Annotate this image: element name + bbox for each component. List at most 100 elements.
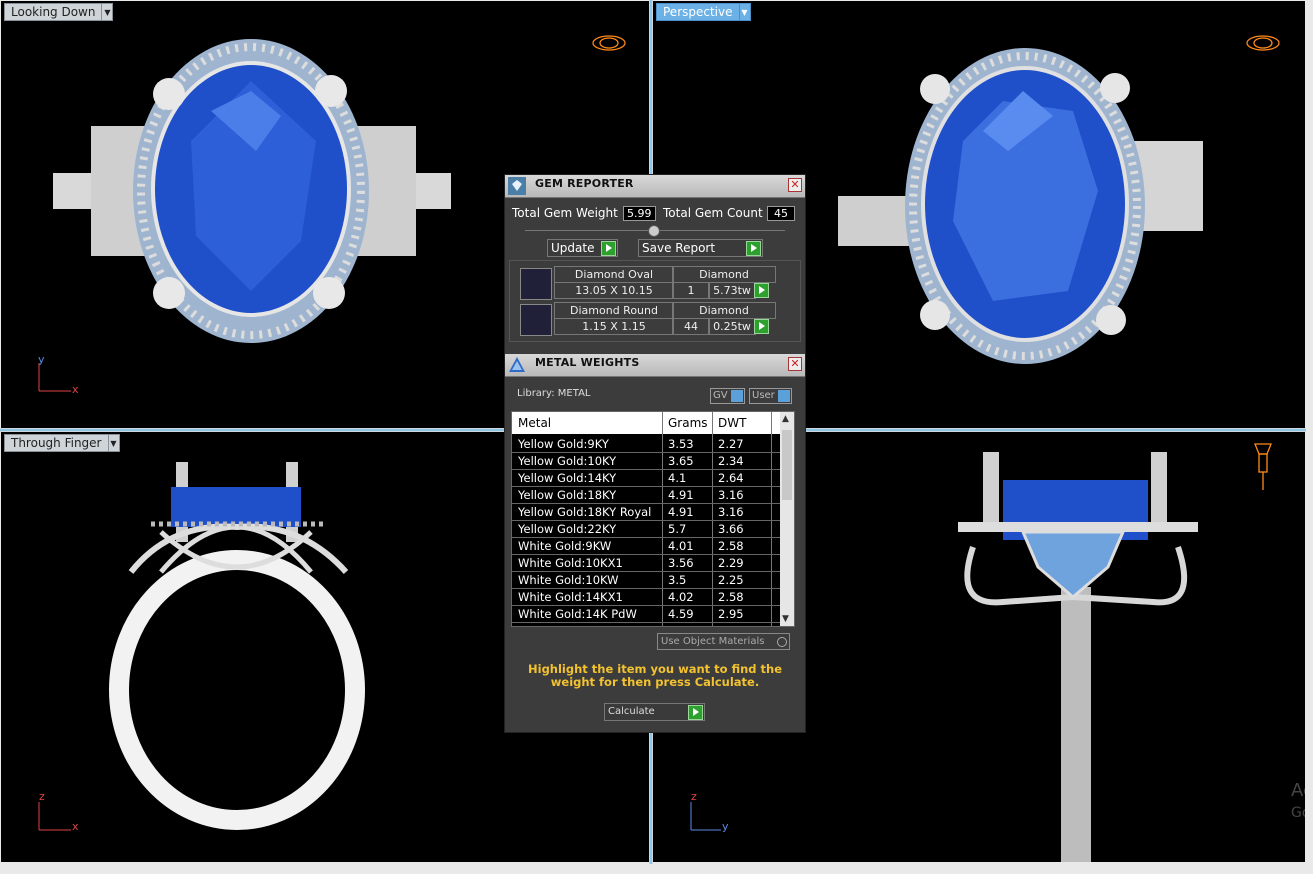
cell-metal: Yellow Gold:18KY Royal	[518, 505, 652, 519]
chevron-down-icon[interactable]: ▼	[102, 3, 114, 21]
cell-dwt: 2.29	[718, 556, 744, 570]
table-row[interactable]: White Gold:9KW 4.01 2.58	[512, 537, 784, 555]
gem-size: 1.15 X 1.15	[554, 318, 674, 335]
cell-grams: 3.56	[668, 556, 694, 570]
gem-weight: 0.25tw	[708, 318, 756, 335]
cell-dwt: 3.16	[718, 505, 744, 519]
cell-metal: Yellow Gold:10KY	[518, 454, 617, 468]
update-button[interactable]: Update	[547, 239, 618, 257]
cell-metal: Yellow Gold:18KY	[518, 488, 617, 502]
cell-dwt: 2.58	[718, 590, 744, 604]
round-gem-icon	[520, 304, 552, 336]
column-dwt[interactable]: DWT	[718, 416, 746, 430]
cell-grams: 4.91	[668, 488, 694, 502]
cell-grams: 4.91	[668, 505, 694, 519]
gem-totals: Total Gem Weight 5.99 Total Gem Count 45	[509, 205, 801, 223]
axis-z-label: z	[691, 790, 697, 803]
total-gem-count-value: 45	[767, 206, 795, 221]
cell-dwt: 2.64	[718, 471, 744, 485]
gem-type: Diamond	[672, 302, 776, 319]
gem-list: Diamond Oval Diamond 13.05 X 10.15 1 5.7…	[509, 260, 801, 342]
gem-metal-panel: GEM REPORTER ✕ Total Gem Weight 5.99 Tot…	[504, 174, 806, 733]
splitter-knob-icon[interactable]	[648, 225, 660, 237]
cell-grams: 4.02	[668, 590, 694, 604]
cell-metal: White Gold:9KW	[518, 539, 612, 553]
library-label: Library: METAL	[517, 388, 591, 399]
table-row[interactable]: Yellow Gold:22KY 5.7 3.66	[512, 520, 784, 538]
axis-y-label: y	[722, 820, 729, 833]
calculate-button[interactable]: Calculate	[604, 703, 705, 721]
gem-shape: Diamond Round	[554, 302, 674, 319]
chevron-down-icon[interactable]: ▼	[739, 3, 751, 21]
column-grams[interactable]: Grams	[668, 416, 708, 430]
table-row[interactable]: Yellow Gold:14KY 4.1 2.64	[512, 469, 784, 487]
cell-dwt: 3.16	[718, 488, 744, 502]
cell-grams: 4.59	[668, 607, 694, 621]
scroll-up-icon[interactable]: ▲	[782, 414, 789, 424]
cell-metal: Yellow Gold:9KY	[518, 437, 609, 451]
gem-shape: Diamond Oval	[554, 266, 674, 283]
play-icon	[754, 319, 769, 334]
gem-row-select-button[interactable]	[754, 318, 770, 334]
close-icon[interactable]: ✕	[788, 178, 802, 192]
cell-metal: White Gold:10KW	[518, 573, 619, 587]
cell-grams: 3.65	[668, 454, 694, 468]
chevron-down-icon[interactable]: ▼	[108, 434, 120, 452]
play-icon	[746, 241, 761, 256]
cell-grams: 3.53	[668, 437, 694, 451]
play-icon	[601, 241, 616, 256]
gv-toggle[interactable]: GV	[710, 388, 745, 404]
gem-overlay-icon	[1246, 35, 1280, 51]
cell-metal: White Gold:14KX1	[518, 590, 623, 604]
cell-dwt: 2.25	[718, 573, 744, 587]
cell-dwt: 3.66	[718, 522, 744, 536]
gem-reporter-titlebar[interactable]: GEM REPORTER ✕	[505, 175, 805, 198]
viewport-label-perspective[interactable]: Perspective ▼	[656, 3, 751, 21]
total-gem-weight-label: Total Gem Weight	[512, 206, 618, 220]
instruction-text: Highlight the item you want to find the …	[528, 662, 782, 689]
gem-type: Diamond	[672, 266, 776, 283]
tool-overlay-icon	[1254, 443, 1272, 490]
gem-row[interactable]: Diamond Round Diamond 1.15 X 1.15 44 0.2…	[520, 302, 776, 336]
scroll-down-icon[interactable]: ▼	[782, 614, 789, 624]
watermark: Ac Go	[1291, 780, 1305, 821]
toggle-icon	[730, 390, 743, 402]
gem-row-select-button[interactable]	[754, 282, 770, 298]
table-row[interactable]: Yellow Gold:18KY Royal 4.91 3.16	[512, 503, 784, 521]
scrollbar-thumb[interactable]	[782, 430, 792, 500]
save-report-button[interactable]: Save Report	[638, 239, 763, 257]
user-toggle[interactable]: User	[749, 388, 792, 404]
oval-gem-icon	[520, 268, 552, 300]
cell-grams: 3.5	[668, 573, 687, 587]
table-row[interactable]: White Gold:14KX1 4.02 2.58	[512, 588, 784, 606]
axis-z-label: z	[39, 790, 45, 803]
gem-count: 44	[672, 318, 710, 335]
use-object-materials-toggle[interactable]: Use Object Materials	[657, 633, 790, 650]
play-icon	[754, 283, 769, 298]
table-row[interactable]: Yellow Gold:9KY 3.53 2.27	[512, 435, 784, 453]
cell-grams: 4.01	[668, 539, 694, 553]
table-row[interactable]: White Gold:10KX1 3.56 2.29	[512, 554, 784, 572]
axis-y-label: y	[38, 353, 45, 366]
viewport-label-through-finger[interactable]: Through Finger ▼	[4, 434, 120, 452]
gem-row[interactable]: Diamond Oval Diamond 13.05 X 10.15 1 5.7…	[520, 266, 776, 300]
total-gem-count-label: Total Gem Count	[663, 206, 763, 220]
table-row[interactable]: White Gold:10KW 3.5 2.25	[512, 571, 784, 589]
gem-reporter-icon	[508, 177, 526, 195]
cell-metal: White Gold:10KX1	[518, 556, 623, 570]
gem-overlay-icon	[592, 35, 626, 51]
metal-table[interactable]: Metal Grams DWT Yellow Gold:9KY 3.53 2.27 Y…	[511, 411, 795, 627]
toggle-icon	[777, 390, 790, 402]
scrollbar[interactable]: ▲ ▼	[780, 412, 794, 626]
column-metal[interactable]: Metal	[518, 416, 551, 430]
metal-weights-titlebar[interactable]: METAL WEIGHTS ✕	[505, 354, 805, 377]
table-row[interactable]: Yellow Gold:10KY 3.65 2.34	[512, 452, 784, 470]
table-row[interactable]: Yellow Gold:18KY 4.91 3.16	[512, 486, 784, 504]
close-icon[interactable]: ✕	[788, 357, 802, 371]
axis-x-label: x	[72, 820, 79, 833]
viewport-label-looking-down[interactable]: Looking Down ▼	[4, 3, 114, 21]
cell-dwt: 2.27	[718, 437, 744, 451]
cell-metal: White Gold:14K PdW	[518, 607, 637, 621]
table-row[interactable]: White Gold:14K PdW 4.59 2.95	[512, 605, 784, 623]
play-icon	[688, 705, 703, 720]
